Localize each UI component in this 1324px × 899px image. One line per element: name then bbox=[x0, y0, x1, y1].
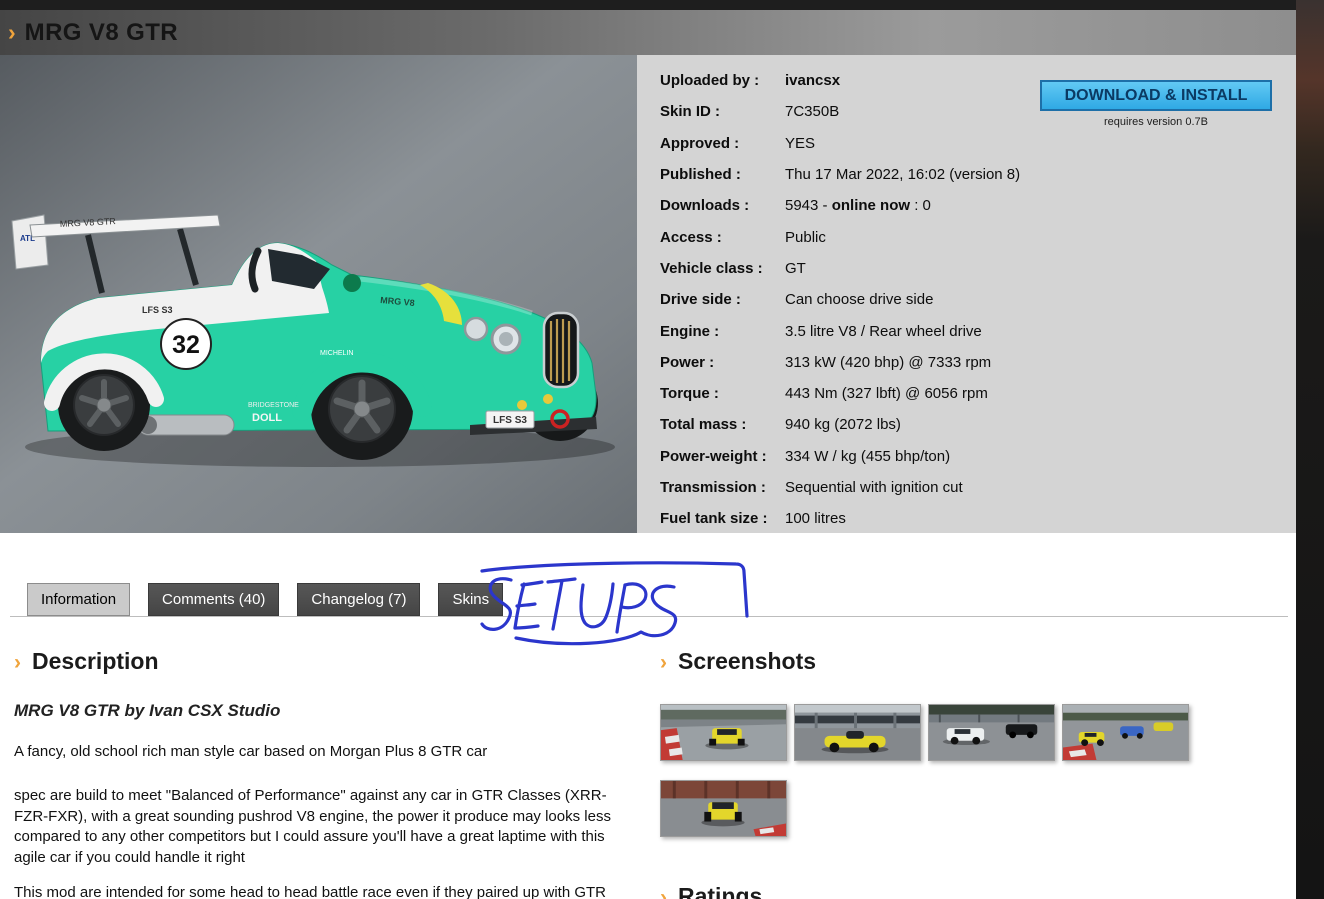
detail-row-power-weight: Power-weight : 334 W / kg (455 bhp/ton) bbox=[660, 441, 1296, 472]
front-grille bbox=[542, 311, 580, 389]
annotation-letter-s2 bbox=[514, 584, 678, 646]
detail-row-transmission: Transmission : Sequential with ignition … bbox=[660, 472, 1296, 503]
vehicle-render: ATL MRG V8 GTR MRG V8 LFS S3 MICHELIN 32… bbox=[0, 55, 637, 533]
detail-label: Power : bbox=[660, 353, 715, 371]
detail-value: Public bbox=[785, 228, 826, 246]
screenshot-image-5 bbox=[661, 781, 786, 836]
mod-page: › MRG V8 GTR ATL MRG V8 GTR MRG V8 LFS S… bbox=[0, 10, 1296, 899]
download-install-button[interactable]: DOWNLOAD & INSTALL bbox=[1040, 80, 1272, 111]
page-header: › MRG V8 GTR bbox=[0, 10, 1296, 55]
race-number-roundel: 32 bbox=[160, 318, 212, 370]
detail-label: Total mass : bbox=[660, 416, 747, 434]
detail-value: 3.5 litre V8 / Rear wheel drive bbox=[785, 322, 982, 340]
screenshot-grid bbox=[660, 704, 1200, 837]
detail-row-approved: Approved : YES bbox=[660, 128, 1296, 159]
detail-label: Fuel tank size : bbox=[660, 510, 768, 528]
screenshot-thumbnail-4[interactable] bbox=[1062, 704, 1189, 761]
tab-comments[interactable]: Comments (40) bbox=[148, 583, 280, 616]
detail-row-downloads: Downloads : 5943 - online now : 0 bbox=[660, 190, 1296, 221]
detail-label: Power-weight : bbox=[660, 447, 767, 465]
description-section: › Description MRG V8 GTR by Ivan CSX Stu… bbox=[14, 648, 634, 899]
detail-value: 5943 - online now : 0 bbox=[785, 197, 931, 215]
screenshot-thumbnail-1[interactable] bbox=[660, 704, 787, 761]
detail-value: 7C350B bbox=[785, 103, 840, 121]
detail-row-access: Access : Public bbox=[660, 221, 1296, 252]
detail-label: Published : bbox=[660, 166, 741, 184]
side-class-text: LFS S3 bbox=[142, 305, 173, 315]
media-row: ATL MRG V8 GTR MRG V8 LFS S3 MICHELIN 32… bbox=[0, 55, 1296, 533]
screenshot-thumbnail-2[interactable] bbox=[794, 704, 921, 761]
detail-value: Sequential with ignition cut bbox=[785, 479, 963, 496]
detail-value: ivancsx bbox=[785, 72, 841, 90]
sill-sticker-2: DOLL bbox=[252, 412, 282, 424]
detail-row-power: Power : 313 kW (420 bhp) @ 7333 rpm bbox=[660, 347, 1296, 378]
detail-label: Torque : bbox=[660, 385, 719, 403]
annotation-letter-s1 bbox=[480, 577, 513, 631]
screenshot-thumbnail-5[interactable] bbox=[660, 780, 787, 837]
detail-label: Drive side : bbox=[660, 291, 741, 309]
section-chevron-icon: › bbox=[660, 886, 667, 899]
detail-row-vehicle-class: Vehicle class : GT bbox=[660, 253, 1296, 284]
detail-row-torque: Torque : 443 Nm (327 lbft) @ 6056 rpm bbox=[660, 378, 1296, 409]
fender-sticker: MICHELIN bbox=[320, 350, 353, 357]
hood-roundel bbox=[343, 274, 361, 292]
detail-label: Approved : bbox=[660, 134, 740, 152]
detail-value: 334 W / kg (455 bhp/ton) bbox=[785, 447, 951, 465]
license-plate-text: LFS S3 bbox=[493, 415, 527, 426]
section-chevron-icon: › bbox=[14, 651, 21, 674]
screenshot-image-4 bbox=[1063, 705, 1188, 760]
annotation-letter-u bbox=[579, 582, 615, 629]
detail-value: GT bbox=[785, 259, 806, 277]
page-title: MRG V8 GTR bbox=[24, 18, 179, 46]
title-chevron-icon: › bbox=[8, 19, 16, 45]
detail-label: Vehicle class : bbox=[660, 259, 763, 277]
sill-sticker-1: BRIDGESTONE bbox=[248, 402, 299, 409]
detail-value: YES bbox=[785, 134, 816, 152]
vehicle-preview-image[interactable]: ATL MRG V8 GTR MRG V8 LFS S3 MICHELIN 32… bbox=[0, 55, 637, 533]
screenshot-thumbnail-3[interactable] bbox=[928, 704, 1055, 761]
detail-row-total-mass: Total mass : 940 kg (2072 lbs) bbox=[660, 409, 1296, 440]
detail-value: Can choose drive side bbox=[785, 291, 934, 309]
detail-label: Uploaded by : bbox=[660, 72, 760, 90]
ratings-heading: › Ratings bbox=[660, 883, 1290, 899]
details-panel: DOWNLOAD & INSTALL requires version 0.7B… bbox=[637, 55, 1296, 533]
race-number: 32 bbox=[172, 331, 200, 359]
description-paragraph: spec are build to meet "Balanced of Perf… bbox=[14, 786, 611, 867]
download-area: DOWNLOAD & INSTALL requires version 0.7B bbox=[1040, 80, 1272, 128]
description-heading-text: Description bbox=[32, 648, 159, 674]
detail-value: 100 litres bbox=[785, 510, 846, 528]
detail-row-fuel-tank: Fuel tank size : 100 litres bbox=[660, 503, 1296, 533]
screenshot-image-2 bbox=[795, 705, 920, 760]
side-exhaust bbox=[137, 414, 235, 436]
section-chevron-icon: › bbox=[660, 651, 667, 674]
setups-handwritten-annotation: SETUPS bbox=[480, 561, 749, 646]
tab-information[interactable]: Information bbox=[27, 583, 131, 616]
detail-label: Downloads : bbox=[660, 197, 750, 215]
detail-label: Access : bbox=[660, 228, 722, 246]
detail-value: 313 kW (420 bhp) @ 7333 rpm bbox=[785, 353, 992, 371]
browser-background-strip bbox=[1296, 0, 1324, 899]
screenshot-image-3 bbox=[929, 705, 1054, 760]
detail-row-engine: Engine : 3.5 litre V8 / Rear wheel drive bbox=[660, 315, 1296, 346]
detail-value: 443 Nm (327 lbft) @ 6056 rpm bbox=[785, 385, 988, 403]
description-subtitle: MRG V8 GTR by Ivan CSX Studio bbox=[14, 701, 281, 720]
detail-label: Engine : bbox=[660, 322, 720, 340]
detail-value: 940 kg (2072 lbs) bbox=[785, 416, 901, 434]
requires-version-note: requires version 0.7B bbox=[1104, 116, 1208, 128]
detail-label: Skin ID : bbox=[660, 103, 721, 121]
detail-value: Thu 17 Mar 2022, 16:02 (version 8) bbox=[785, 166, 1021, 184]
screenshot-image-1 bbox=[661, 705, 786, 760]
tab-bar: Information Comments (40) Changelog (7) … bbox=[27, 583, 504, 616]
detail-label: Transmission : bbox=[660, 479, 766, 496]
tab-changelog[interactable]: Changelog (7) bbox=[297, 583, 421, 616]
screenshots-section: › Screenshots › Ratings bbox=[660, 648, 1290, 899]
ratings-heading-text: Ratings bbox=[678, 883, 763, 899]
description-paragraph-clipped: This mod are intended for some head to h… bbox=[14, 883, 607, 899]
detail-row-published: Published : Thu 17 Mar 2022, 16:02 (vers… bbox=[660, 159, 1296, 190]
detail-row-drive-side: Drive side : Can choose drive side bbox=[660, 284, 1296, 315]
description-paragraph: A fancy, old school rich man style car b… bbox=[14, 743, 488, 760]
